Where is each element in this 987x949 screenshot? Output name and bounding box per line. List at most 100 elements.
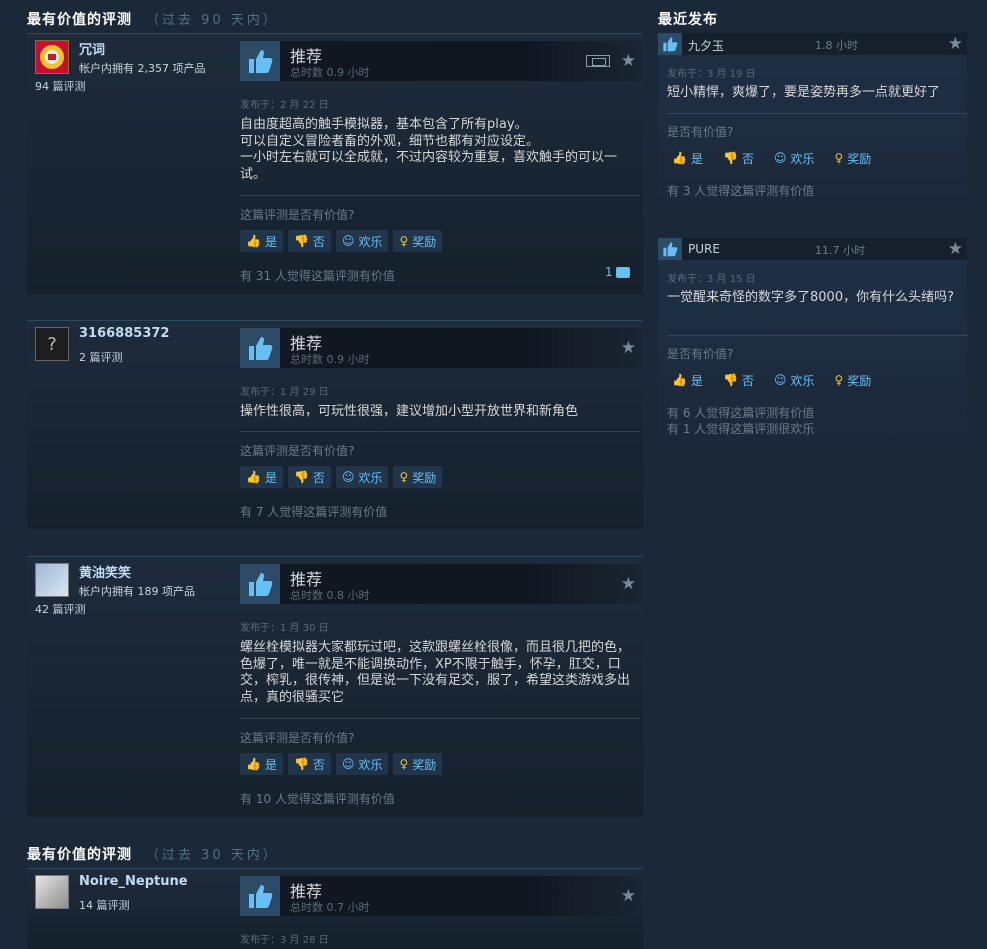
review-content: 操作性很高，可玩性很强，建议增加小型开放世界和新角色 bbox=[240, 404, 579, 419]
star-icon[interactable]: ★ bbox=[621, 886, 636, 906]
vote-buttons: 👍 是 👎 否 ☺ 欢乐 ♀ 奖励 bbox=[240, 230, 443, 252]
smiley-icon: ☺ bbox=[341, 470, 355, 484]
thumbs-up-icon bbox=[240, 564, 280, 604]
helpful-count: 有 6 人觉得这篇评测有价值 bbox=[667, 406, 815, 420]
award-icon: ♀ bbox=[399, 234, 409, 248]
helpful-count: 有 3 人觉得这篇评测有价值 bbox=[667, 184, 815, 198]
award-button[interactable]: ♀ 奖励 bbox=[829, 147, 876, 169]
funny-count: 有 1 人觉得这篇评测很欢乐 bbox=[667, 422, 815, 436]
divider bbox=[667, 335, 967, 336]
vote-buttons: 👍 是 👎 否 ☺ 欢乐 ♀ 奖励 bbox=[667, 369, 876, 391]
recent-review-card: PURE 11.7 小时 ★ 发布于：3 月 15 日 一觉醒来奇怪的数字多了8… bbox=[658, 238, 967, 450]
award-icon: ♀ bbox=[834, 373, 844, 387]
vote-no-button[interactable]: 👎 否 bbox=[287, 466, 331, 488]
posted-date: 发布于：3 月 28 日 bbox=[240, 935, 329, 946]
review-content: 螺丝栓模拟器大家都玩过吧，这款跟螺丝栓很像，而且很几把的色，色爆了，唯一就是不能… bbox=[240, 640, 631, 705]
thumbs-up-icon bbox=[658, 238, 682, 260]
section-period: （过去 30 天内） bbox=[146, 848, 279, 863]
vote-no-button[interactable]: 👎 否 bbox=[718, 369, 759, 391]
avatar[interactable]: ? bbox=[35, 327, 69, 361]
username[interactable]: 九夕玉 bbox=[688, 37, 724, 54]
user-review-count[interactable]: 2 篇评测 bbox=[79, 349, 123, 365]
vote-yes-button[interactable]: 👍 是 bbox=[240, 230, 283, 252]
vote-header[interactable]: 推荐 总时数 0.7 小时 ★ bbox=[240, 876, 642, 916]
vote-funny-button[interactable]: ☺ 欢乐 bbox=[335, 753, 389, 775]
thumbs-down-icon: 👎 bbox=[722, 151, 738, 165]
award-icon: ♀ bbox=[399, 757, 409, 771]
recent-review-header[interactable]: 九夕玉 1.8 小时 ★ bbox=[658, 33, 967, 55]
avatar[interactable] bbox=[35, 875, 69, 909]
username[interactable]: 黄油笑笑 bbox=[79, 562, 131, 581]
section-title-90days: 最有价值的评测 （过去 90 天内） bbox=[27, 9, 279, 29]
divider bbox=[240, 431, 640, 432]
comment-count: 1 bbox=[605, 265, 613, 279]
vote-header[interactable]: 推荐 总时数 0.8 小时 ★ bbox=[240, 564, 642, 604]
vote-no-button[interactable]: 👎 否 bbox=[287, 230, 331, 252]
vote-header[interactable]: 推荐 总时数 0.9 小时 ★ bbox=[240, 41, 642, 81]
helpful-question: 这篇评测是否有价值? bbox=[240, 208, 355, 222]
review-card: 黄油笑笑 帐户内拥有 189 项产品 42 篇评测 推荐 总时数 0.8 小时 … bbox=[27, 556, 643, 817]
section-title-recent: 最近发布 bbox=[658, 12, 718, 28]
user-review-count[interactable]: 94 篇评测 bbox=[35, 78, 86, 94]
divider bbox=[667, 113, 967, 114]
section-title-30days: 最有价值的评测 （过去 30 天内） bbox=[27, 844, 279, 864]
vote-yes-button[interactable]: 👍 是 bbox=[240, 466, 283, 488]
star-icon[interactable]: ★ bbox=[621, 51, 636, 71]
username[interactable]: Noire_Neptune bbox=[79, 874, 188, 889]
username[interactable]: 冗词 bbox=[79, 39, 105, 58]
vote-funny-button[interactable]: ☺ 欢乐 bbox=[335, 466, 389, 488]
thumbs-up-icon: 👍 bbox=[246, 470, 261, 484]
award-button[interactable]: ♀ 奖励 bbox=[393, 753, 443, 775]
vote-yes-button[interactable]: 👍 是 bbox=[667, 369, 708, 391]
helpful-question: 这篇评测是否有价值? bbox=[240, 731, 355, 745]
section-period: （过去 90 天内） bbox=[146, 13, 279, 28]
vote-no-button[interactable]: 👎 否 bbox=[718, 147, 759, 169]
award-icon: ♀ bbox=[834, 151, 844, 165]
avatar[interactable] bbox=[35, 563, 69, 597]
username[interactable]: PURE bbox=[688, 242, 720, 256]
star-icon[interactable]: ★ bbox=[948, 239, 963, 259]
hours-played: 总时数 0.8 小时 bbox=[290, 589, 370, 602]
vote-buttons: 👍 是 👎 否 ☺ 欢乐 ♀ 奖励 bbox=[667, 147, 876, 169]
helpful-count: 有 7 人觉得这篇评测有价值 bbox=[240, 505, 388, 519]
award-button[interactable]: ♀ 奖励 bbox=[829, 369, 876, 391]
vote-funny-button[interactable]: ☺ 欢乐 bbox=[769, 147, 820, 169]
star-icon[interactable]: ★ bbox=[621, 574, 636, 594]
comment-icon bbox=[615, 266, 630, 278]
username[interactable]: 3166885372 bbox=[79, 326, 169, 341]
user-review-count[interactable]: 14 篇评测 bbox=[79, 897, 130, 913]
thumbs-up-icon bbox=[658, 33, 682, 55]
vote-funny-button[interactable]: ☺ 欢乐 bbox=[335, 230, 389, 252]
vote-header[interactable]: 推荐 总时数 0.9 小时 ★ bbox=[240, 328, 642, 368]
thumbs-down-icon: 👎 bbox=[293, 234, 309, 248]
vote-yes-button[interactable]: 👍 是 bbox=[240, 753, 283, 775]
star-icon[interactable]: ★ bbox=[621, 338, 636, 358]
user-products[interactable]: 帐户内拥有 189 项产品 bbox=[79, 583, 195, 599]
avatar[interactable] bbox=[35, 40, 69, 74]
helpful-question: 是否有价值? bbox=[667, 347, 734, 361]
award-button[interactable]: ♀ 奖励 bbox=[393, 466, 443, 488]
vote-buttons: 👍 是 👎 否 ☺ 欢乐 ♀ 奖励 bbox=[240, 753, 443, 775]
helpful-count: 有 10 人觉得这篇评测有价值 bbox=[240, 792, 395, 806]
vote-yes-button[interactable]: 👍 是 bbox=[667, 147, 708, 169]
user-products[interactable]: 帐户内拥有 2,357 项产品 bbox=[79, 60, 205, 76]
helpful-count: 有 31 人觉得这篇评测有价值 bbox=[240, 269, 395, 283]
thumbs-up-icon bbox=[240, 41, 280, 81]
star-icon[interactable]: ★ bbox=[948, 34, 963, 54]
recent-review-header[interactable]: PURE 11.7 小时 ★ bbox=[658, 238, 967, 260]
comments-link[interactable]: 1 bbox=[605, 265, 630, 279]
section-title-text: 最有价值的评测 bbox=[27, 847, 132, 863]
user-review-count[interactable]: 42 篇评测 bbox=[35, 601, 86, 617]
vote-funny-button[interactable]: ☺ 欢乐 bbox=[769, 369, 820, 391]
award-button[interactable]: ♀ 奖励 bbox=[393, 230, 443, 252]
thumbs-up-icon: 👍 bbox=[246, 757, 261, 771]
thumbs-up-icon bbox=[240, 876, 280, 916]
thumbs-up-icon: 👍 bbox=[246, 234, 261, 248]
hours-played: 11.7 小时 bbox=[815, 244, 865, 257]
award-icon: ♀ bbox=[399, 470, 409, 484]
divider bbox=[240, 718, 640, 719]
vote-no-button[interactable]: 👎 否 bbox=[287, 753, 331, 775]
review-card: ? 3166885372 2 篇评测 推荐 总时数 0.9 小时 ★ 发布于：1… bbox=[27, 320, 643, 529]
posted-date: 发布于：3 月 15 日 bbox=[667, 274, 756, 285]
smiley-icon: ☺ bbox=[773, 151, 787, 165]
